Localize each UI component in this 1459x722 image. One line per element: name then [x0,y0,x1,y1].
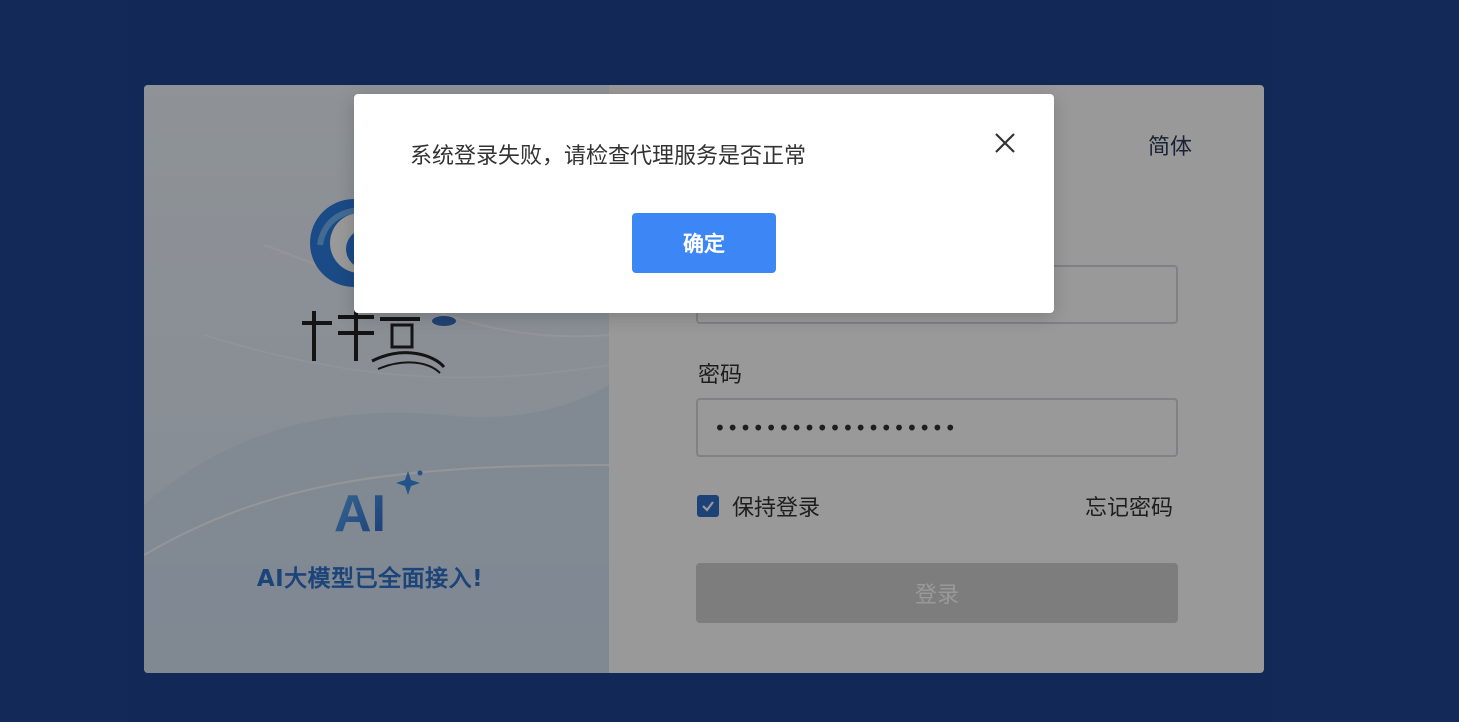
login-page: AI AI大模型已全面接入! 简体 密码 保持登录 忘记密码 登录 [0,0,1459,722]
error-dialog: 系统登录失败，请检查代理服务是否正常 确定 [354,94,1054,313]
confirm-button[interactable]: 确定 [632,213,776,273]
dialog-message: 系统登录失败，请检查代理服务是否正常 [410,144,807,169]
close-icon[interactable] [992,130,1018,156]
